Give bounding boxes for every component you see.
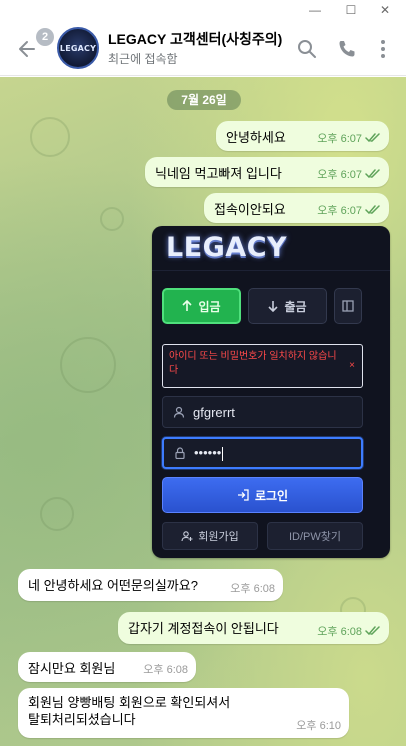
double-check-icon: [365, 169, 380, 179]
attached-image[interactable]: LEGACY 입금 출금 아이디 또는 비밀번호가 일치하지 않습니다 × gf…: [152, 226, 390, 558]
error-text: 아이디 또는 비밀번호가 일치하지 않습니다: [169, 351, 337, 376]
message-time: 오후 6:08: [317, 626, 362, 638]
error-close-icon: ×: [349, 360, 355, 371]
minimize-button[interactable]: —: [300, 0, 330, 20]
doodle-circle: [60, 337, 116, 393]
error-message: 아이디 또는 비밀번호가 일치하지 않습니다 ×: [162, 344, 363, 388]
message-meta: 오후 6:07: [317, 166, 381, 182]
doodle-circle: [100, 207, 124, 231]
message-time: 오후 6:08: [230, 583, 275, 595]
message-outgoing[interactable]: 갑자기 계정접속이 안됩니다 오후 6:08: [118, 612, 389, 644]
message-meta: 오후 6:10: [296, 717, 341, 733]
double-check-icon: [365, 205, 380, 215]
close-icon: ✕: [379, 3, 391, 17]
message-text: 네 안녕하세요 어떤문의실까요?: [28, 578, 198, 593]
message-incoming[interactable]: 잠시만요 회원님 오후 6:08: [18, 652, 196, 682]
search-icon[interactable]: [296, 38, 318, 60]
password-field: ••••••: [162, 437, 363, 469]
message-meta: 오후 6:08: [230, 580, 275, 596]
message-text: 접속이안되요: [214, 202, 286, 217]
message-meta: 오후 6:07: [317, 202, 381, 218]
message-incoming[interactable]: 네 안녕하세요 어떤문의실까요? 오후 6:08: [18, 569, 283, 601]
message-outgoing[interactable]: 닉네임 먹고빠져 입니다 오후 6:07: [145, 157, 389, 187]
message-meta: 오후 6:08: [143, 661, 188, 677]
maximize-icon: ☐: [345, 3, 357, 17]
maximize-button[interactable]: ☐: [336, 0, 366, 20]
double-check-icon: [365, 626, 380, 636]
avatar-logo-text: LEGACY: [59, 43, 97, 53]
message-text: 잠시만요 회원님: [28, 661, 116, 676]
minimize-icon: —: [309, 3, 321, 17]
lock-icon: [175, 447, 185, 459]
avatar[interactable]: LEGACY: [57, 27, 99, 69]
message-meta: 오후 6:07: [317, 130, 381, 146]
message-text: 회원님 양빵배팅 회원으로 확인되셔서 탈퇴처리되셨습니다: [28, 695, 231, 727]
chat-header: 2 LEGACY LEGACY 고객센터(사칭주의) 최근에 접속함: [0, 20, 406, 76]
message-time: 오후 6:08: [143, 664, 188, 676]
message-incoming[interactable]: 회원님 양빵배팅 회원으로 확인되셔서 탈퇴처리되셨습니다 오후 6:10: [18, 688, 349, 738]
message-time: 오후 6:07: [317, 205, 362, 217]
find-account-button: ID/PW찾기: [267, 522, 363, 550]
message-outgoing[interactable]: 안녕하세요 오후 6:07: [216, 121, 389, 151]
chat-title[interactable]: LEGACY 고객센터(사칭주의): [108, 29, 282, 49]
download-icon: [268, 301, 279, 312]
doodle-circle: [40, 497, 74, 531]
deposit-tab-label: 입금: [198, 299, 221, 314]
deposit-tab: 입금: [162, 288, 241, 324]
user-plus-icon: [181, 531, 193, 542]
divider: [152, 270, 390, 271]
double-check-icon: [365, 133, 380, 143]
message-outgoing[interactable]: 접속이안되요 오후 6:07: [204, 193, 389, 223]
message-time: 오후 6:10: [296, 720, 341, 732]
legacy-logo: LEGACY: [166, 232, 288, 263]
phone-icon[interactable]: [336, 38, 358, 60]
user-icon: [173, 406, 185, 418]
arrow-left-icon[interactable]: [16, 38, 38, 60]
find-account-label: ID/PW찾기: [288, 531, 341, 543]
withdraw-tab: 출금: [248, 288, 327, 324]
username-value: gfgrerrt: [193, 404, 235, 420]
message-text: 갑자기 계정접속이 안됩니다: [128, 621, 279, 636]
password-value: ••••••: [194, 445, 222, 461]
upload-icon: [182, 300, 193, 311]
chat-status: 최근에 접속함: [108, 52, 178, 66]
message-time: 오후 6:07: [317, 169, 362, 181]
message-time: 오후 6:07: [317, 133, 362, 145]
withdraw-tab-label: 출금: [284, 299, 307, 314]
message-text: 닉네임 먹고빠져 입니다: [155, 166, 282, 181]
login-button: 로그인: [162, 477, 363, 513]
username-field: gfgrerrt: [162, 396, 363, 428]
message-meta: 오후 6:08: [317, 623, 381, 639]
message-text: 안녕하세요: [226, 130, 286, 145]
panel-toggle: [334, 288, 362, 324]
date-separator: 7월 26일: [167, 90, 241, 110]
window-titlebar: — ☐ ✕: [0, 0, 406, 20]
signup-button: 회원가입: [162, 522, 258, 550]
login-icon: [237, 489, 249, 501]
signup-button-label: 회원가입: [198, 531, 239, 543]
sidebar-collapse-icon: [342, 300, 354, 312]
close-button[interactable]: ✕: [370, 0, 400, 20]
text-caret: [222, 446, 224, 461]
doodle-circle: [30, 117, 70, 157]
more-vertical-icon[interactable]: [372, 38, 394, 60]
unread-count-badge: 2: [36, 28, 54, 46]
login-button-label: 로그인: [254, 488, 289, 503]
